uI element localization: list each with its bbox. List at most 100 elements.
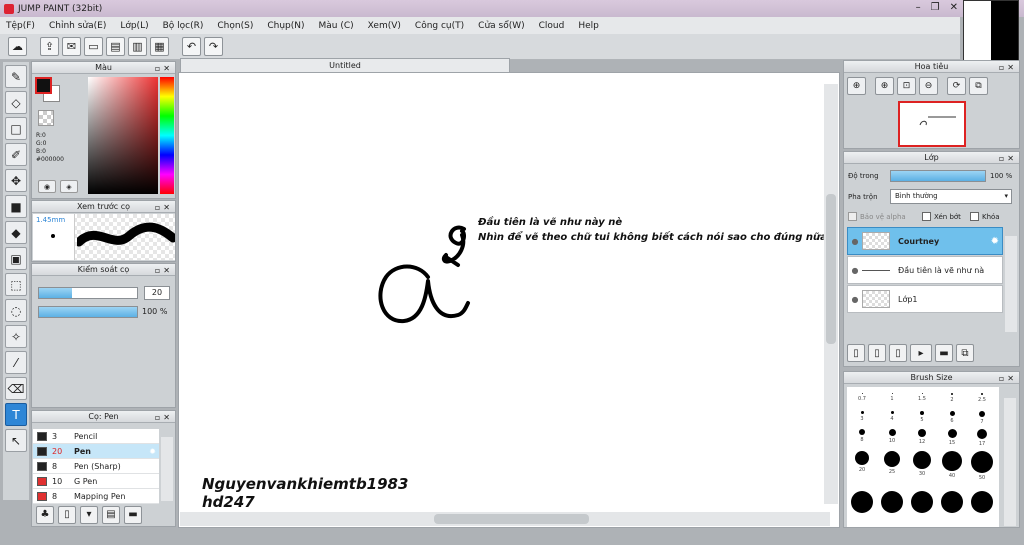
brush-size-option[interactable]: 30 [907,451,937,477]
bucket-icon[interactable]: ◆ [5,221,27,244]
zoom-out-icon[interactable]: ⊖ [919,77,938,95]
zoom-in-icon[interactable]: ⊕ [875,77,894,95]
layer-opacity-slider[interactable] [890,170,986,182]
transparent-color[interactable] [38,110,54,126]
menu-view[interactable]: Xem(V) [368,21,401,31]
layer-row[interactable]: ● Courtney ✹ [847,227,1003,255]
document-tab[interactable]: Untitled [180,58,510,73]
panel-buttons[interactable]: ▫✕ [155,202,173,214]
brush-size-option[interactable]: 10 [877,429,907,444]
color-wheel-icon[interactable]: ◉ [38,180,56,193]
gear-icon[interactable]: ✹ [149,447,156,456]
undo-icon[interactable]: ↶ [182,37,201,56]
eyedropper-icon[interactable]: ⁄ [5,351,27,374]
brush-size-option[interactable]: 1 [877,393,907,402]
layer-row[interactable]: ● Lớp1 [847,285,1003,313]
visibility-icon[interactable]: ● [848,237,862,246]
brush-size-option[interactable]: 25 [877,451,907,475]
menu-window[interactable]: Cửa sổ(W) [478,21,524,31]
brush-size-option[interactable]: 50 [967,451,997,481]
text-tool-icon[interactable]: T [5,403,27,426]
layer-folder-icon[interactable]: ▯ [889,344,907,362]
new-brush-icon[interactable]: ▯ [58,505,76,524]
brush-item[interactable]: 3 Pencil [33,429,159,444]
brush-size-option[interactable]: 1.5 [907,393,937,402]
brush-size-option[interactable]: 3 [847,411,877,422]
new-layer-icon[interactable]: ▯ [847,344,865,362]
menu-edit[interactable]: Chỉnh sửa(E) [49,21,106,31]
move-tool-icon[interactable]: ✥ [5,169,27,192]
comment-icon[interactable]: ✉ [62,37,81,56]
menu-color[interactable]: Màu (C) [319,21,354,31]
saturation-value-picker[interactable] [88,77,158,194]
menu-cloud[interactable]: Cloud [539,21,565,31]
brush-opacity-slider[interactable] [38,306,138,318]
navigator-thumbnail[interactable] [898,101,966,147]
brush-size-option[interactable]: 0.7 [847,393,877,402]
brush-size-option[interactable]: 2 [937,393,967,403]
menu-layer[interactable]: Lớp(L) [120,21,148,31]
operation-tool-icon[interactable]: ↖ [5,429,27,452]
brush-size-option[interactable] [907,491,937,513]
brush-item[interactable]: 8 Mapping Pen [33,489,159,504]
menu-file[interactable]: Tệp(F) [6,21,35,31]
layer-row[interactable]: ● Đầu tiên là vẽ như nà [847,256,1003,284]
duplicate-icon[interactable]: ⧉ [956,344,974,362]
brush-size-option[interactable]: 8 [847,429,877,443]
foreground-color[interactable] [35,77,52,94]
cloud-brush-icon[interactable]: ♣ [36,505,54,524]
document-icon[interactable]: ▥ [128,37,147,56]
layer-add-menu-icon[interactable]: ▸ [910,344,932,362]
brush-list-scrollbar[interactable] [161,437,173,501]
copy-layer-icon[interactable]: ▯ [868,344,886,362]
select-rect-icon[interactable]: ⬚ [5,273,27,296]
visibility-icon[interactable]: ● [848,266,862,275]
brush-size-option[interactable]: 40 [937,451,967,479]
panel-buttons[interactable]: ▫✕ [999,62,1017,74]
lasso-icon[interactable]: ◌ [5,299,27,322]
menu-capture[interactable]: Chụp(N) [267,21,304,31]
panel-buttons[interactable]: ▫✕ [155,63,173,75]
menu-select[interactable]: Chọn(S) [217,21,253,31]
flip-icon[interactable]: ⧉ [969,77,988,95]
magic-wand-icon[interactable]: ✧ [5,325,27,348]
rotate-icon[interactable]: ⟳ [947,77,966,95]
panel-buttons[interactable]: ▫✕ [155,265,173,277]
add-brush-icon[interactable]: ▾ [80,505,98,524]
brush-item[interactable]: 8 Pen (Sharp) [33,459,159,474]
brush-size-option[interactable] [967,491,997,513]
monitor-icon[interactable]: ▭ [84,37,103,56]
brush-tool-icon[interactable]: ✎ [5,65,27,88]
copy-brush-icon[interactable]: ▤ [102,505,120,524]
pen-tool-icon[interactable]: ✐ [5,143,27,166]
share-icon[interactable]: ⇪ [40,37,59,56]
minimize-button[interactable]: – [916,2,921,13]
menu-help[interactable]: Help [578,21,599,31]
brush-size-option[interactable]: 6 [937,411,967,424]
brush-item[interactable]: 20 Pen ✹ [33,444,159,459]
gear-icon[interactable]: ✹ [991,236,999,247]
redo-icon[interactable]: ↷ [204,37,223,56]
horizontal-scroll-thumb[interactable] [434,514,589,524]
zoom-fit-icon[interactable]: ⊕ [847,77,866,95]
select-eraser-icon[interactable]: ⌫ [5,377,27,400]
palette-icon[interactable]: ◈ [60,180,78,193]
brush-size-option[interactable]: 17 [967,429,997,447]
brush-size-option[interactable] [847,491,877,513]
hue-slider[interactable] [160,77,174,194]
panel-buttons[interactable]: ▫✕ [999,373,1017,385]
folder-icon[interactable]: ▬ [935,344,953,362]
maximize-button[interactable]: ❐ [931,2,940,13]
brush-size-option[interactable] [877,491,907,513]
cloud-icon[interactable]: ☁ [8,37,27,56]
brush-size-option[interactable]: 7 [967,411,997,425]
layer-scrollbar[interactable] [1005,236,1017,332]
lock-checkbox[interactable]: Khóa [970,212,1000,221]
brush-size-option[interactable]: 4 [877,411,907,422]
visibility-icon[interactable]: ● [848,295,862,304]
rect-select-icon[interactable]: □ [5,117,27,140]
menu-filter[interactable]: Bộ lọc(R) [163,21,204,31]
fill-rect-icon[interactable]: ■ [5,195,27,218]
brush-size-option[interactable] [937,491,967,513]
folder-icon[interactable]: ▬ [124,505,142,524]
